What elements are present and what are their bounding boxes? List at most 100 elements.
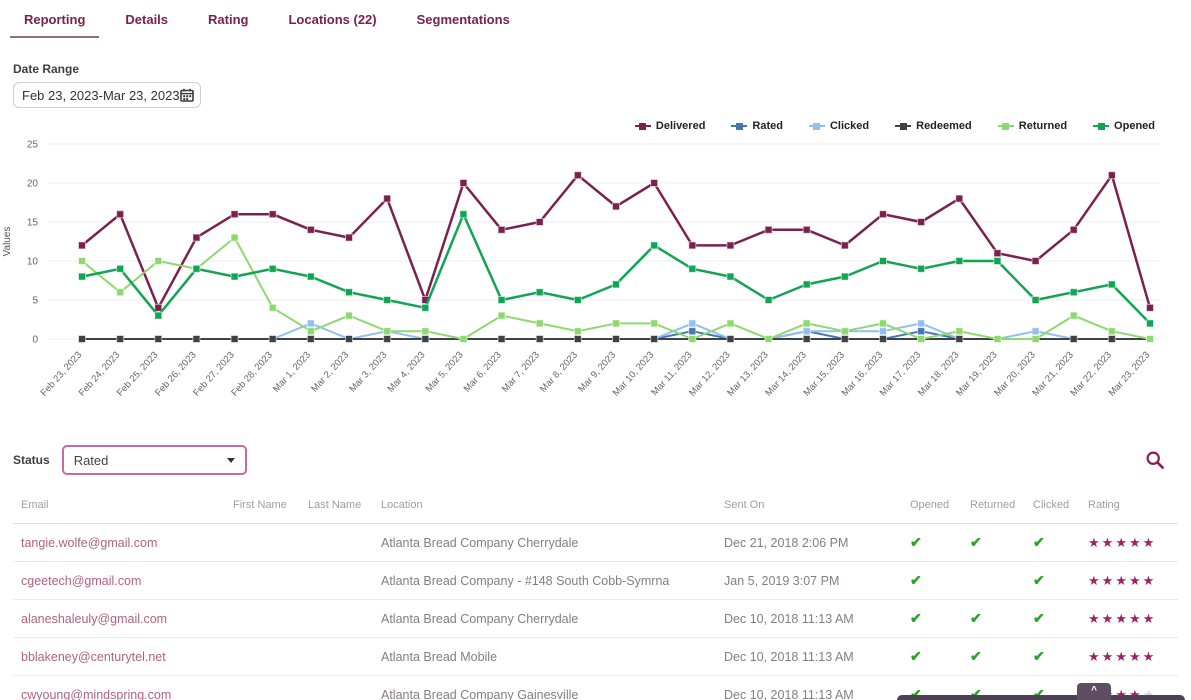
data-point-opened[interactable] bbox=[384, 297, 391, 304]
data-point-returned[interactable] bbox=[384, 328, 391, 335]
data-point-clicked[interactable] bbox=[307, 320, 314, 327]
data-point-opened[interactable] bbox=[803, 281, 810, 288]
table-row[interactable]: cgeetech@gmail.comAtlanta Bread Company … bbox=[13, 562, 1178, 600]
data-point-clicked[interactable] bbox=[918, 320, 925, 327]
data-point-delivered[interactable] bbox=[956, 195, 963, 202]
data-point-opened[interactable] bbox=[841, 273, 848, 280]
data-point-opened[interactable] bbox=[918, 265, 925, 272]
data-point-returned[interactable] bbox=[79, 258, 86, 265]
date-range-input[interactable]: Feb 23, 2023-Mar 23, 2023 bbox=[13, 82, 201, 108]
data-point-opened[interactable] bbox=[689, 265, 696, 272]
data-point-opened[interactable] bbox=[1070, 289, 1077, 296]
data-point-redeemed[interactable] bbox=[269, 336, 276, 343]
data-point-delivered[interactable] bbox=[384, 195, 391, 202]
data-point-delivered[interactable] bbox=[727, 242, 734, 249]
data-point-returned[interactable] bbox=[613, 320, 620, 327]
data-point-redeemed[interactable] bbox=[574, 336, 581, 343]
row-email[interactable]: bblakeney@centurytel.net bbox=[13, 638, 225, 676]
data-point-opened[interactable] bbox=[460, 211, 467, 218]
data-point-returned[interactable] bbox=[346, 312, 353, 319]
tab-segmentations[interactable]: Segmentations bbox=[403, 8, 524, 38]
data-point-delivered[interactable] bbox=[79, 242, 86, 249]
tab-reporting[interactable]: Reporting bbox=[10, 8, 99, 38]
data-point-redeemed[interactable] bbox=[384, 336, 391, 343]
data-point-redeemed[interactable] bbox=[803, 336, 810, 343]
data-point-redeemed[interactable] bbox=[155, 336, 162, 343]
data-point-opened[interactable] bbox=[346, 289, 353, 296]
data-point-redeemed[interactable] bbox=[1108, 336, 1115, 343]
data-point-returned[interactable] bbox=[803, 320, 810, 327]
data-point-delivered[interactable] bbox=[231, 211, 238, 218]
data-point-redeemed[interactable] bbox=[1070, 336, 1077, 343]
data-point-opened[interactable] bbox=[651, 242, 658, 249]
expand-panel-button[interactable]: ^ bbox=[1077, 683, 1111, 700]
table-row[interactable]: bblakeney@centurytel.netAtlanta Bread Mo… bbox=[13, 638, 1178, 676]
row-email[interactable]: cgeetech@gmail.com bbox=[13, 562, 225, 600]
data-point-returned[interactable] bbox=[918, 336, 925, 343]
data-point-returned[interactable] bbox=[574, 328, 581, 335]
data-point-delivered[interactable] bbox=[460, 180, 467, 187]
data-point-opened[interactable] bbox=[574, 297, 581, 304]
data-point-opened[interactable] bbox=[765, 297, 772, 304]
data-point-delivered[interactable] bbox=[880, 211, 887, 218]
data-point-redeemed[interactable] bbox=[880, 336, 887, 343]
data-point-delivered[interactable] bbox=[1147, 304, 1154, 311]
data-point-opened[interactable] bbox=[155, 312, 162, 319]
col-header-first-name[interactable]: First Name bbox=[225, 487, 300, 524]
data-point-clicked[interactable] bbox=[880, 328, 887, 335]
data-point-redeemed[interactable] bbox=[956, 336, 963, 343]
data-point-redeemed[interactable] bbox=[117, 336, 124, 343]
row-email[interactable]: alaneshaleuly@gmail.com bbox=[13, 600, 225, 638]
data-point-delivered[interactable] bbox=[155, 304, 162, 311]
data-point-redeemed[interactable] bbox=[727, 336, 734, 343]
data-point-returned[interactable] bbox=[155, 258, 162, 265]
data-point-redeemed[interactable] bbox=[841, 336, 848, 343]
data-point-delivered[interactable] bbox=[346, 234, 353, 241]
data-point-returned[interactable] bbox=[117, 289, 124, 296]
data-point-opened[interactable] bbox=[231, 273, 238, 280]
data-point-delivered[interactable] bbox=[918, 219, 925, 226]
data-point-delivered[interactable] bbox=[613, 203, 620, 210]
tab-locations[interactable]: Locations (22) bbox=[274, 8, 390, 38]
row-email[interactable]: cwyoung@mindspring.com bbox=[13, 676, 225, 700]
data-point-clicked[interactable] bbox=[803, 328, 810, 335]
data-point-delivered[interactable] bbox=[803, 226, 810, 233]
status-dropdown[interactable]: Rated bbox=[62, 445, 247, 475]
data-point-returned[interactable] bbox=[689, 336, 696, 343]
search-icon[interactable] bbox=[1145, 450, 1165, 470]
data-point-returned[interactable] bbox=[994, 336, 1001, 343]
col-header-sent-on[interactable]: Sent On bbox=[716, 487, 902, 524]
data-point-rated[interactable] bbox=[689, 328, 696, 335]
data-point-returned[interactable] bbox=[536, 320, 543, 327]
col-header-rating[interactable]: Rating bbox=[1080, 487, 1178, 524]
data-point-redeemed[interactable] bbox=[536, 336, 543, 343]
col-header-clicked[interactable]: Clicked bbox=[1025, 487, 1080, 524]
data-point-delivered[interactable] bbox=[994, 250, 1001, 257]
data-point-delivered[interactable] bbox=[1032, 258, 1039, 265]
data-point-delivered[interactable] bbox=[307, 226, 314, 233]
data-point-redeemed[interactable] bbox=[307, 336, 314, 343]
legend-item-redeemed[interactable]: Redeemed bbox=[895, 120, 972, 132]
data-point-opened[interactable] bbox=[727, 273, 734, 280]
data-point-returned[interactable] bbox=[269, 304, 276, 311]
data-point-returned[interactable] bbox=[880, 320, 887, 327]
data-point-delivered[interactable] bbox=[1108, 172, 1115, 179]
data-point-returned[interactable] bbox=[956, 328, 963, 335]
legend-item-delivered[interactable]: Delivered bbox=[635, 120, 706, 132]
data-point-redeemed[interactable] bbox=[498, 336, 505, 343]
data-point-opened[interactable] bbox=[193, 265, 200, 272]
data-point-delivered[interactable] bbox=[689, 242, 696, 249]
legend-item-returned[interactable]: Returned bbox=[998, 120, 1067, 132]
table-row[interactable]: tangie.wolfe@gmail.comAtlanta Bread Comp… bbox=[13, 524, 1178, 562]
data-point-returned[interactable] bbox=[841, 328, 848, 335]
data-point-opened[interactable] bbox=[956, 258, 963, 265]
data-point-delivered[interactable] bbox=[498, 226, 505, 233]
data-point-returned[interactable] bbox=[1070, 312, 1077, 319]
legend-item-rated[interactable]: Rated bbox=[731, 120, 783, 132]
data-point-clicked[interactable] bbox=[689, 320, 696, 327]
data-point-returned[interactable] bbox=[460, 336, 467, 343]
data-point-delivered[interactable] bbox=[269, 211, 276, 218]
legend-item-opened[interactable]: Opened bbox=[1093, 120, 1155, 132]
data-point-delivered[interactable] bbox=[574, 172, 581, 179]
data-point-returned[interactable] bbox=[422, 328, 429, 335]
